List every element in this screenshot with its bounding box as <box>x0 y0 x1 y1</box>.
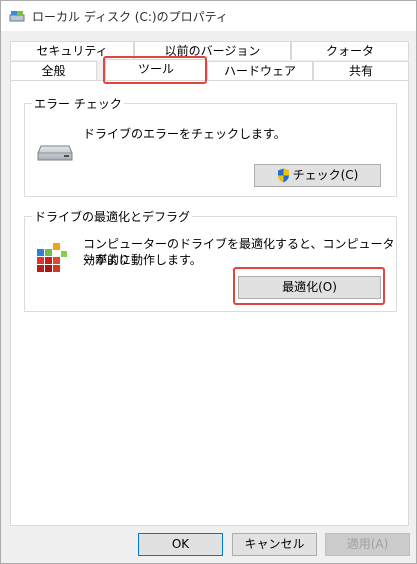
defrag-icon <box>37 243 67 272</box>
tab-quota-label: クォータ <box>325 44 374 58</box>
cancel-button[interactable]: キャンセル <box>232 533 317 556</box>
hard-drive-icon <box>37 145 73 161</box>
cancel-button-label: キャンセル <box>244 537 305 551</box>
tab-security[interactable]: セキュリティ <box>10 41 134 60</box>
title-bar: ローカル ディスク (C:)のプロパティ <box>1 1 416 31</box>
error-check-title: エラー チェック <box>32 95 124 112</box>
tab-sharing[interactable]: 共有 <box>313 61 409 80</box>
error-check-group: エラー チェック ドライブのエラーをチェックします。 チェック(C) <box>24 95 397 197</box>
tab-quota[interactable]: クォータ <box>291 41 409 60</box>
tools-tab-panel: エラー チェック ドライブのエラーをチェックします。 チェック(C) ドライブの… <box>10 80 409 526</box>
tab-tools-label: ツール <box>137 62 174 76</box>
tab-sharing-label: 共有 <box>348 64 373 78</box>
properties-dialog: ローカル ディスク (C:)のプロパティ セキュリティ 以前のバージョン クォー… <box>0 0 417 564</box>
window-title: ローカル ディスク (C:)のプロパティ <box>32 10 228 24</box>
apply-button-label: 適用(A) <box>346 537 389 551</box>
check-button-label: チェック(C) <box>292 168 359 182</box>
uac-shield-icon <box>277 168 289 183</box>
check-button[interactable]: チェック(C) <box>254 164 381 187</box>
tab-hardware[interactable]: ハードウェア <box>207 61 313 80</box>
optimize-button-label: 最適化(O) <box>282 280 337 294</box>
ok-button-label: OK <box>171 537 190 551</box>
tab-security-label: セキュリティ <box>36 44 108 58</box>
drive-icon <box>9 11 25 22</box>
error-check-description: ドライブのエラーをチェックします。 <box>83 127 286 141</box>
optimize-title: ドライブの最適化とデフラグ <box>32 208 193 225</box>
tab-tools[interactable]: ツール <box>105 59 207 80</box>
tab-general-label: 全般 <box>41 64 66 78</box>
optimize-description-line2: 効率的に動作します。 <box>83 253 202 267</box>
optimize-button[interactable]: 最適化(O) <box>238 276 381 299</box>
tab-previous-versions[interactable]: 以前のバージョン <box>134 41 291 60</box>
tab-previous-versions-label: 以前のバージョン <box>164 44 261 58</box>
tab-hardware-label: ハードウェア <box>223 64 296 78</box>
ok-button[interactable]: OK <box>138 533 223 556</box>
apply-button[interactable]: 適用(A) <box>325 533 410 556</box>
tab-general[interactable]: 全般 <box>10 61 97 80</box>
